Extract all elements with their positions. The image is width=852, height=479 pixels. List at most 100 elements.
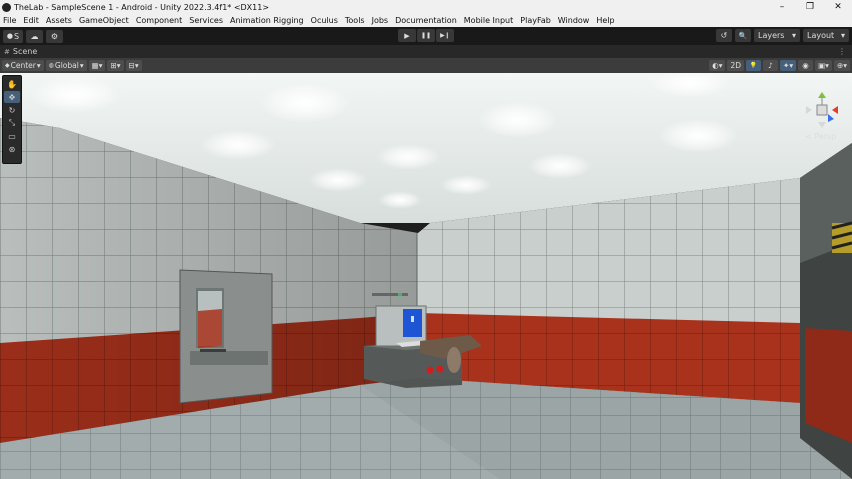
transform-tool-icon: ⊛ [8, 144, 16, 154]
scene-visibility-toggle[interactable]: ◉ [798, 60, 814, 71]
menu-help[interactable]: Help [596, 16, 614, 25]
layout-dropdown[interactable]: Layout ▾ [803, 29, 849, 42]
undo-history-button[interactable]: ↺ [716, 29, 732, 42]
menu-services[interactable]: Services [189, 16, 223, 25]
pivot-label: Center [10, 61, 36, 70]
globe-icon: ◍ [48, 62, 54, 69]
chevron-down-icon: ▾ [134, 61, 139, 70]
camera-settings-dropdown[interactable]: ▣ ▾ [815, 60, 832, 71]
chevron-down-icon: ▾ [718, 61, 723, 70]
rotate-tool-icon: ↻ [8, 105, 16, 115]
scene-view-options: ◐ ▾ 2D 💡 ♪ ✦ ▾ ◉ ▣ ▾ ⊕ ▾ [709, 60, 850, 71]
unity-logo-icon [2, 2, 11, 12]
account-label: S [14, 31, 20, 41]
pivot-rotation-dropdown[interactable]: ◍ Global ▾ [45, 60, 87, 71]
chevron-down-icon: ▾ [791, 31, 796, 40]
chevron-down-icon: ▾ [825, 61, 829, 70]
menu-animation-rigging[interactable]: Animation Rigging [230, 16, 304, 25]
maximize-button[interactable]: ❐ [796, 0, 824, 14]
hidden-objects-icon: ◉ [802, 61, 809, 70]
effects-dropdown[interactable]: ✦ ▾ [780, 60, 797, 71]
chevron-down-icon: ▾ [116, 61, 121, 70]
chevron-down-icon: ▾ [98, 61, 103, 70]
move-tool-icon: ✥ [8, 92, 16, 102]
play-icon: ▶ [404, 31, 410, 40]
pause-icon: ❚❚ [420, 32, 432, 39]
menu-component[interactable]: Component [136, 16, 182, 25]
hand-tool[interactable]: ✋ [4, 78, 20, 90]
gear-icon: ⚙ [50, 31, 59, 41]
lighting-toggle[interactable]: 💡 [746, 60, 762, 71]
scene-tab-bar: # Scene ⋮ [0, 45, 852, 58]
search-button[interactable]: 🔍 [735, 29, 751, 42]
menu-file[interactable]: File [3, 16, 16, 25]
scale-tool-icon: ⤡ [8, 118, 16, 127]
menu-gameobject[interactable]: GameObject [79, 16, 129, 25]
step-icon: ▶❙ [440, 32, 450, 39]
chevron-down-icon: ▾ [789, 61, 794, 70]
menu-oculus[interactable]: Oculus [311, 16, 338, 25]
scene-viewport[interactable] [0, 73, 852, 479]
menu-documentation[interactable]: Documentation [395, 16, 457, 25]
collab-settings-button[interactable]: ⚙ [46, 29, 63, 43]
history-icon: ↺ [720, 31, 728, 40]
layout-label: Layout [807, 31, 835, 40]
space-label: Global [54, 61, 79, 70]
light-icon: 💡 [749, 62, 758, 69]
rect-tool[interactable]: ▭ [4, 130, 20, 142]
grid-icon: ▦ [91, 61, 99, 70]
account-icon: ● [6, 32, 14, 40]
audio-toggle[interactable]: ♪ [763, 60, 779, 71]
window-title-bar: TheLab - SampleScene 1 - Android - Unity… [0, 0, 852, 14]
scene-grid-icon: # [4, 47, 10, 56]
play-button[interactable]: ▶ [398, 29, 416, 42]
menu-edit[interactable]: Edit [23, 16, 39, 25]
mode-2d-label: 2D [730, 61, 742, 70]
increment-snapping-dropdown[interactable]: ⊟ ▾ [125, 60, 142, 71]
panel-menu-icon[interactable]: ⋮ [838, 47, 846, 56]
camera-icon: ▣ [818, 61, 826, 70]
close-button[interactable]: ✕ [824, 0, 852, 14]
projection-toggle[interactable]: < Persp [805, 132, 836, 141]
menu-tools[interactable]: Tools [345, 16, 365, 25]
menu-mobile-input[interactable]: Mobile Input [464, 16, 514, 25]
window-title: TheLab - SampleScene 1 - Android - Unity… [14, 2, 270, 12]
menu-jobs[interactable]: Jobs [372, 16, 389, 25]
scene-tools-panel: ✋ ✥ ↻ ⤡ ▭ ⊛ [2, 75, 22, 164]
tab-scene[interactable]: # Scene [4, 47, 37, 56]
chevron-down-icon: ▾ [79, 61, 84, 70]
minimize-button[interactable]: – [768, 0, 796, 14]
chevron-down-icon: ▾ [36, 61, 41, 70]
transform-tool[interactable]: ⊛ [4, 143, 20, 155]
toolbar-right: ↺ 🔍 Layers ▾ Layout ▾ [716, 29, 849, 42]
audio-icon: ♪ [768, 61, 773, 70]
cloud-button[interactable]: ☁ [26, 29, 43, 43]
z-axis-cone-icon [828, 114, 834, 122]
scene-render [0, 73, 852, 479]
pause-button[interactable]: ❚❚ [417, 29, 435, 42]
gizmos-dropdown[interactable]: ⊕ ▾ [833, 60, 850, 71]
chevron-down-icon: ▾ [843, 61, 847, 70]
tab-scene-label: Scene [12, 47, 38, 56]
chevron-down-icon: ▾ [840, 31, 845, 40]
draw-mode-dropdown[interactable]: ◐ ▾ [709, 60, 726, 71]
scale-tool[interactable]: ⤡ [4, 117, 20, 129]
orientation-gizmo[interactable] [804, 92, 840, 128]
grid-snapping-dropdown[interactable]: ⊞ ▾ [107, 60, 124, 71]
menu-playfab[interactable]: PlayFab [520, 16, 551, 25]
move-tool[interactable]: ✥ [4, 91, 20, 103]
menu-assets[interactable]: Assets [46, 16, 72, 25]
layers-dropdown[interactable]: Layers ▾ [754, 29, 800, 42]
rect-tool-icon: ▭ [8, 131, 16, 141]
grid-visibility-dropdown[interactable]: ▦ ▾ [88, 60, 106, 71]
pivot-mode-dropdown[interactable]: ◆ Center ▾ [2, 60, 44, 71]
menu-window[interactable]: Window [558, 16, 590, 25]
y-axis-cone-icon [818, 92, 826, 98]
mode-2d-toggle[interactable]: 2D [727, 60, 745, 71]
layers-label: Layers [758, 31, 785, 40]
playmode-controls: ▶ ❚❚ ▶❙ [398, 29, 454, 42]
step-button[interactable]: ▶❙ [436, 29, 454, 42]
account-dropdown[interactable]: ● S [3, 29, 23, 43]
rotate-tool[interactable]: ↻ [4, 104, 20, 116]
x-axis-cone-icon [832, 106, 838, 114]
